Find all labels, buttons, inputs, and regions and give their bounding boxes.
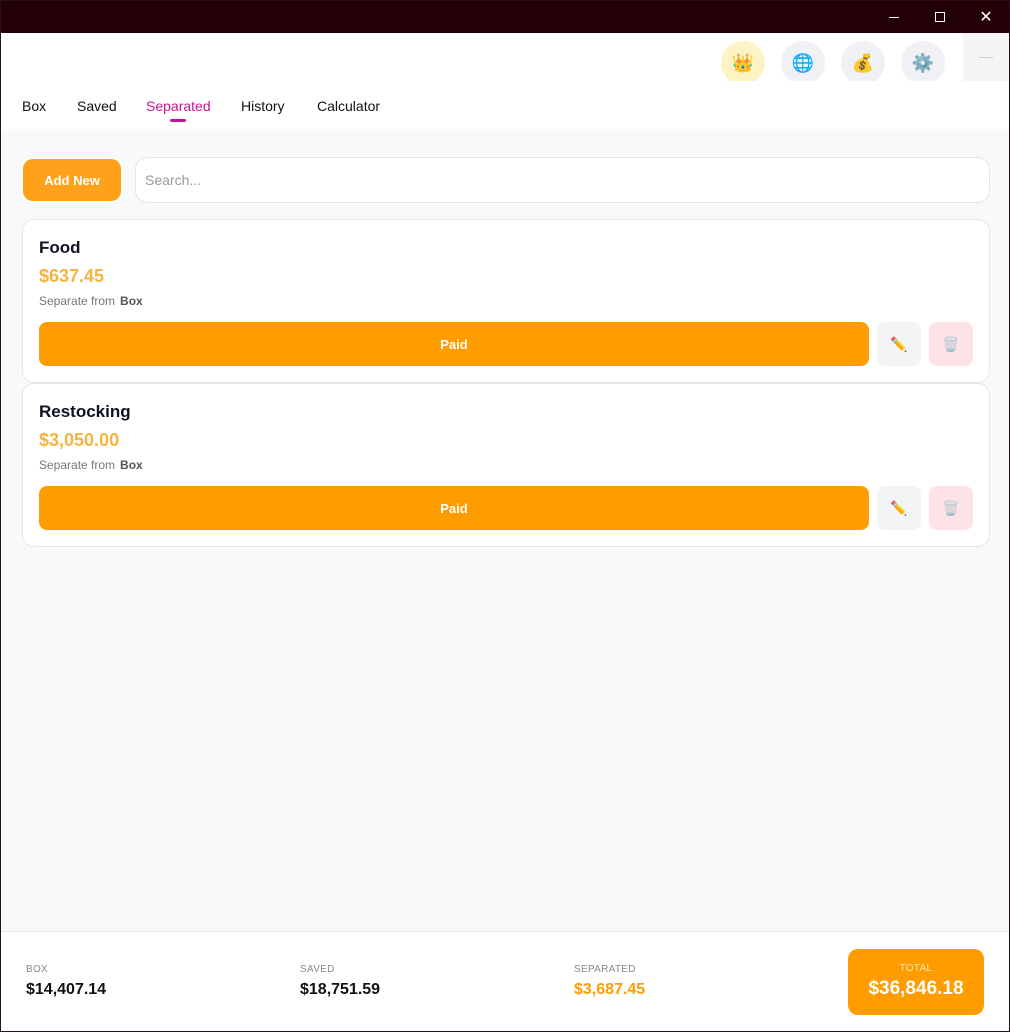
maximize-icon xyxy=(935,12,945,22)
separate-from-label: Separate from xyxy=(39,458,116,472)
edit-button[interactable]: ✏️ xyxy=(877,322,921,366)
paid-button[interactable]: Paid xyxy=(39,322,869,366)
minimize-icon xyxy=(889,16,899,18)
tab-box[interactable]: Box xyxy=(22,97,46,121)
premium-button[interactable]: 👑 xyxy=(721,41,765,81)
currency-button[interactable]: 💰 xyxy=(841,41,885,81)
add-new-button[interactable]: Add New xyxy=(23,159,121,201)
box-value: $14,407.14 xyxy=(26,981,107,998)
separate-from-label: Separate from xyxy=(39,294,116,308)
separated-value: $3,687.45 xyxy=(574,981,646,998)
saved-stat: SAVED $18,751.59 xyxy=(300,964,380,999)
box-stat: BOX $14,407.14 xyxy=(26,964,106,999)
total-value: $36,846.18 xyxy=(868,978,964,999)
tab-separated[interactable]: Separated xyxy=(146,97,211,121)
summary-footer: BOX $14,407.14 SAVED $18,751.59 SEPARATE… xyxy=(1,931,1009,1031)
separated-stat: SEPARATED $3,687.45 xyxy=(574,964,645,999)
total-card: TOTAL $36,846.18 xyxy=(848,949,984,1015)
language-button[interactable]: 🌐 xyxy=(781,41,825,81)
maximize-button[interactable] xyxy=(917,1,963,33)
close-icon: ✕ xyxy=(979,7,993,26)
tab-calculator[interactable]: Calculator xyxy=(317,97,380,121)
menu-button[interactable] xyxy=(963,33,1009,81)
tab-history[interactable]: History xyxy=(241,97,285,121)
close-button[interactable]: ✕ xyxy=(963,1,1009,33)
delete-button[interactable]: 🗑️ xyxy=(929,322,973,366)
edit-button[interactable]: ✏️ xyxy=(877,486,921,530)
search-input[interactable] xyxy=(135,157,990,203)
crown-icon: 👑 xyxy=(731,52,755,73)
settings-button[interactable]: ⚙️ xyxy=(901,41,945,81)
money-bag-icon: 💰 xyxy=(851,52,875,73)
minimize-button[interactable] xyxy=(871,1,917,33)
card-amount: $3,050.00 xyxy=(39,430,120,450)
trash-icon: 🗑️ xyxy=(942,499,960,516)
globe-icon: 🌐 xyxy=(791,52,815,73)
delete-button[interactable]: 🗑️ xyxy=(929,486,973,530)
menu-icon xyxy=(979,56,993,58)
trash-icon: 🗑️ xyxy=(942,335,960,352)
source-name: Box xyxy=(120,458,143,472)
card-source: Separate from Box xyxy=(39,458,143,472)
card-title: Restocking xyxy=(39,402,131,421)
tab-saved[interactable]: Saved xyxy=(77,97,117,121)
app-header: 👑 🌐 💰 ⚙️ Box Saved Separated History Cal… xyxy=(1,33,1009,129)
total-label: TOTAL xyxy=(899,963,933,974)
pencil-icon: ✏️ xyxy=(890,335,908,352)
card-source: Separate from Box xyxy=(39,294,143,308)
separated-card: Food $637.45 Separate from Box Paid ✏️ 🗑️ xyxy=(22,219,990,383)
card-title: Food xyxy=(39,238,81,257)
paid-button[interactable]: Paid xyxy=(39,486,869,530)
gear-icon: ⚙️ xyxy=(911,52,935,73)
separated-label: SEPARATED xyxy=(574,964,636,975)
saved-value: $18,751.59 xyxy=(300,981,381,998)
separated-card: Restocking $3,050.00 Separate from Box Pa… xyxy=(22,383,990,547)
tab-bar: Box Saved Separated History Calculator xyxy=(1,97,1009,129)
header-actions: 👑 🌐 💰 ⚙️ xyxy=(701,33,961,81)
title-bar: ✕ xyxy=(1,1,1009,33)
pencil-icon: ✏️ xyxy=(890,499,908,516)
box-label: BOX xyxy=(26,964,49,975)
card-amount: $637.45 xyxy=(39,266,105,286)
saved-label: SAVED xyxy=(300,964,335,975)
source-name: Box xyxy=(120,294,143,308)
